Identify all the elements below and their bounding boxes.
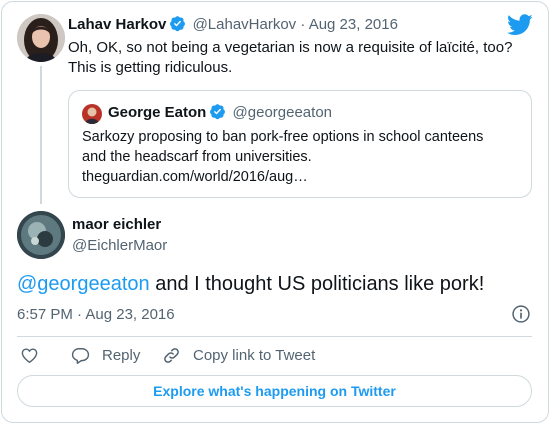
quoted-tweet-text-line: and the headscarf from universities.	[82, 149, 312, 165]
link-icon	[164, 347, 179, 363]
main-author-name[interactable]: maor eichler	[72, 215, 161, 235]
parent-author-name[interactable]: Lahav Harkov	[68, 16, 166, 33]
tweet-timestamp[interactable]: 6:57 PM · Aug 23, 2016	[17, 305, 175, 325]
quoted-tweet-link[interactable]: theguardian.com/world/2016/aug…	[82, 167, 483, 187]
parent-tweet-header: Lahav Harkov @LahavHarkov · Aug 23, 2016	[68, 15, 398, 35]
quoted-tweet-text: Sarkozy proposing to ban pork-free optio…	[82, 127, 483, 187]
explore-twitter-button[interactable]: Explore what's happening on Twitter	[17, 375, 532, 407]
verified-icon	[210, 104, 226, 120]
copy-link-label: Copy link to Tweet	[193, 346, 316, 364]
parent-tweet-date[interactable]: Aug 23, 2016	[309, 16, 398, 33]
main-tweet-text: @georgeeaton and I thought US politician…	[17, 271, 484, 297]
quoted-tweet[interactable]: George Eaton @georgeeaton Sarkozy propos…	[68, 90, 532, 198]
avatar-george-eaton	[82, 104, 102, 124]
parent-tweet-text: Oh, OK, so not being a vegetarian is now…	[68, 38, 512, 78]
parent-tweet-text-line: This is getting ridiculous.	[68, 59, 233, 76]
avatar-maor-eichler[interactable]	[17, 211, 65, 259]
thread-connector-line	[40, 66, 42, 204]
heart-icon	[21, 347, 38, 363]
main-tweet-body: and I thought US politicians like pork!	[149, 273, 485, 295]
reply-icon	[71, 347, 90, 364]
reply-button[interactable]: Reply	[71, 344, 140, 366]
separator-dot: ·	[300, 16, 306, 33]
parent-author-handle[interactable]: @LahavHarkov	[193, 16, 297, 33]
quoted-author-handle: @georgeeaton	[232, 104, 333, 121]
quoted-author-name: George Eaton	[108, 104, 207, 121]
twitter-bird-icon[interactable]	[507, 14, 533, 36]
main-author-handle-text: @EichlerMaor	[72, 237, 168, 254]
like-button[interactable]	[20, 344, 51, 366]
avatar-lahav-harkov[interactable]	[17, 14, 65, 62]
parent-tweet-text-line: Oh, OK, so not being a vegetarian is now…	[68, 39, 513, 56]
verified-icon	[170, 16, 186, 32]
mention-link[interactable]: @georgeeaton	[17, 273, 150, 295]
divider	[17, 336, 532, 337]
quoted-tweet-header: George Eaton @georgeeaton	[108, 103, 332, 123]
main-author-handle[interactable]: @EichlerMaor	[72, 236, 167, 256]
info-icon[interactable]	[511, 304, 531, 324]
main-author-name-text: maor eichler	[72, 216, 162, 233]
copy-link-button[interactable]: Copy link to Tweet	[162, 344, 315, 366]
reply-label: Reply	[102, 346, 141, 364]
quoted-tweet-text-line: Sarkozy proposing to ban pork-free optio…	[82, 129, 484, 145]
